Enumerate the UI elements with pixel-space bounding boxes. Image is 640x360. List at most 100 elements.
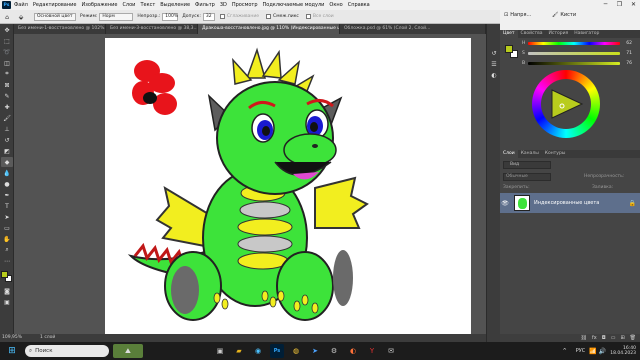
eraser-tool-icon[interactable]: ◩ — [1, 146, 13, 156]
mail-icon[interactable]: ✉ — [384, 344, 398, 358]
pen-tool-icon[interactable]: ✒ — [1, 190, 13, 200]
chrome-icon[interactable]: ◍ — [289, 344, 303, 358]
brushes-panel-button[interactable]: 🖌 Кисти — [552, 9, 576, 21]
lasso-tool-icon[interactable]: ➰ — [1, 47, 13, 57]
antialias-checkbox[interactable] — [219, 14, 225, 19]
contiguous-checkbox[interactable] — [266, 14, 272, 19]
tab-properties[interactable]: Свойства — [518, 30, 546, 38]
menu-text[interactable]: Текст — [140, 2, 155, 8]
zoom-tool-icon[interactable]: ⌕ — [1, 245, 13, 255]
menu-select[interactable]: Выделение — [160, 2, 190, 8]
hand-tool-icon[interactable]: ✋ — [1, 234, 13, 244]
menu-image[interactable]: Изображение — [81, 2, 117, 8]
crop-tool-icon[interactable]: ⌗ — [1, 69, 13, 79]
path-select-tool-icon[interactable]: ➤ — [1, 212, 13, 222]
add-style-icon[interactable]: fx — [592, 334, 597, 342]
menu-3d[interactable]: 3D — [220, 2, 227, 8]
minimize-icon[interactable]: ─ — [599, 0, 612, 10]
telegram-icon[interactable]: ➤ — [308, 344, 322, 358]
color-triangle[interactable] — [546, 84, 586, 124]
saturation-slider[interactable]: S 71 — [522, 50, 632, 56]
navigator-panel-button[interactable]: ⊡ Напря... — [504, 9, 531, 21]
menu-edit[interactable]: Редактирование — [33, 2, 77, 8]
quick-mask-icon[interactable]: ◙ — [1, 286, 13, 296]
menu-window[interactable]: Окно — [329, 2, 342, 8]
new-group-icon[interactable]: ▭ — [611, 334, 616, 342]
visibility-eye-icon[interactable]: 👁 — [500, 200, 510, 207]
zoom-level[interactable]: 109,95% — [2, 334, 22, 342]
widgets-icon[interactable]: ⛰ — [113, 344, 143, 358]
color-wheel[interactable] — [532, 70, 600, 138]
brightness-slider[interactable]: B 76 — [522, 60, 632, 66]
tray-chevron-icon[interactable]: ⌃ — [558, 344, 572, 358]
paint-bucket-tool-icon[interactable]: ◆ — [1, 157, 13, 167]
stamp-tool-icon[interactable]: ⊥ — [1, 124, 13, 134]
move-tool-icon[interactable]: ✥ — [1, 25, 13, 35]
layer-item[interactable]: 👁 Индексированные цвета 🔒 — [500, 193, 640, 213]
color-swatches[interactable] — [0, 269, 14, 285]
blend-mode-dropdown[interactable]: Обычные — [503, 173, 551, 181]
add-mask-icon[interactable]: ◘ — [602, 334, 606, 342]
menu-file[interactable]: Файл — [14, 2, 28, 8]
edge-icon[interactable]: ◉ — [251, 344, 265, 358]
maximize-icon[interactable]: ❐ — [613, 0, 626, 10]
link-layers-icon[interactable]: ⛓ — [581, 334, 587, 342]
tab-channels[interactable]: Каналы — [518, 150, 542, 158]
clock[interactable]: 16:40 18.04.2023 — [610, 346, 636, 356]
tolerance-input[interactable]: 32 — [202, 12, 215, 21]
tab-document-3[interactable]: Дракоша-восстановлено.jpg @ 110% (Индекс… — [198, 24, 340, 34]
history-panel-icon[interactable]: ↺ — [488, 48, 500, 58]
properties-panel-icon[interactable]: ☰ — [488, 59, 500, 69]
screen-mode-icon[interactable]: ▣ — [1, 297, 13, 307]
marquee-tool-icon[interactable]: ⬚ — [1, 36, 13, 46]
dodge-tool-icon[interactable]: ● — [1, 179, 13, 189]
type-tool-icon[interactable]: T — [1, 201, 13, 211]
network-icon[interactable]: 📶 — [589, 348, 596, 355]
home-icon[interactable]: ⌂ — [1, 12, 13, 22]
layer-name[interactable]: Индексированные цвета — [534, 200, 629, 206]
tab-navigator[interactable]: Навигатор — [571, 30, 602, 38]
mode-dropdown[interactable]: Норм — [99, 12, 134, 21]
windows-start-icon[interactable]: ⊞ — [5, 344, 19, 358]
taskbar-search[interactable]: ⌕ Поиск — [25, 345, 109, 357]
object-select-tool-icon[interactable]: ◫ — [1, 58, 13, 68]
opacity-input[interactable]: 100% — [162, 12, 179, 21]
firefox-icon[interactable]: ◐ — [346, 344, 360, 358]
tab-document-1[interactable]: Без имени-1-восстановлено @ 102%... — [14, 24, 106, 34]
language-indicator[interactable]: РУС — [576, 348, 586, 354]
task-view-icon[interactable]: ▣ — [213, 344, 227, 358]
menu-layers[interactable]: Слои — [122, 2, 135, 8]
tab-history[interactable]: История — [546, 30, 572, 38]
shape-tool-icon[interactable]: ▭ — [1, 223, 13, 233]
menu-view[interactable]: Просмотр — [232, 2, 258, 8]
close-icon[interactable]: ✕ — [627, 0, 640, 10]
settings-icon[interactable]: ⚙ — [327, 344, 341, 358]
more-tools-icon[interactable]: ⋯ — [1, 256, 13, 266]
new-layer-icon[interactable]: ⊞ — [620, 334, 624, 342]
history-brush-tool-icon[interactable]: ↺ — [1, 135, 13, 145]
adjustments-panel-icon[interactable]: ◐ — [488, 70, 500, 80]
frame-tool-icon[interactable]: ⊠ — [1, 80, 13, 90]
volume-icon[interactable]: 🔊 — [599, 348, 606, 355]
panel-foreground-swatch[interactable] — [505, 45, 513, 53]
healing-brush-tool-icon[interactable]: ✚ — [1, 102, 13, 112]
document-canvas[interactable] — [105, 38, 471, 334]
yandex-icon[interactable]: Y — [365, 344, 379, 358]
paint-bucket-preset-icon[interactable]: ⬙ — [15, 12, 27, 22]
file-explorer-icon[interactable]: ▰ — [232, 344, 246, 358]
brush-tool-icon[interactable]: 🖌 — [1, 113, 13, 123]
hue-slider[interactable]: H 62 — [522, 40, 632, 46]
photoshop-taskbar-icon[interactable]: Ps — [270, 344, 284, 358]
tab-document-2[interactable]: Без имени-3-восстановлено @ 38,3... — [106, 24, 198, 34]
menu-filter[interactable]: Фильтр — [195, 2, 215, 8]
foreground-color-swatch[interactable] — [1, 271, 8, 278]
tab-paths[interactable]: Контуры — [542, 150, 569, 158]
delete-layer-icon[interactable]: 🗑 — [630, 334, 636, 342]
fill-source-dropdown[interactable]: Основной цвет — [34, 12, 76, 21]
color-panel-swatches[interactable] — [505, 44, 519, 60]
all-layers-checkbox[interactable] — [305, 14, 311, 19]
menu-help[interactable]: Справка — [348, 2, 370, 8]
tab-document-4[interactable]: Обложка.psd @ 61% (Слой 2, Слой... — [340, 24, 486, 34]
tab-color[interactable]: Цвет — [500, 30, 518, 38]
blur-tool-icon[interactable]: 💧 — [1, 168, 13, 178]
